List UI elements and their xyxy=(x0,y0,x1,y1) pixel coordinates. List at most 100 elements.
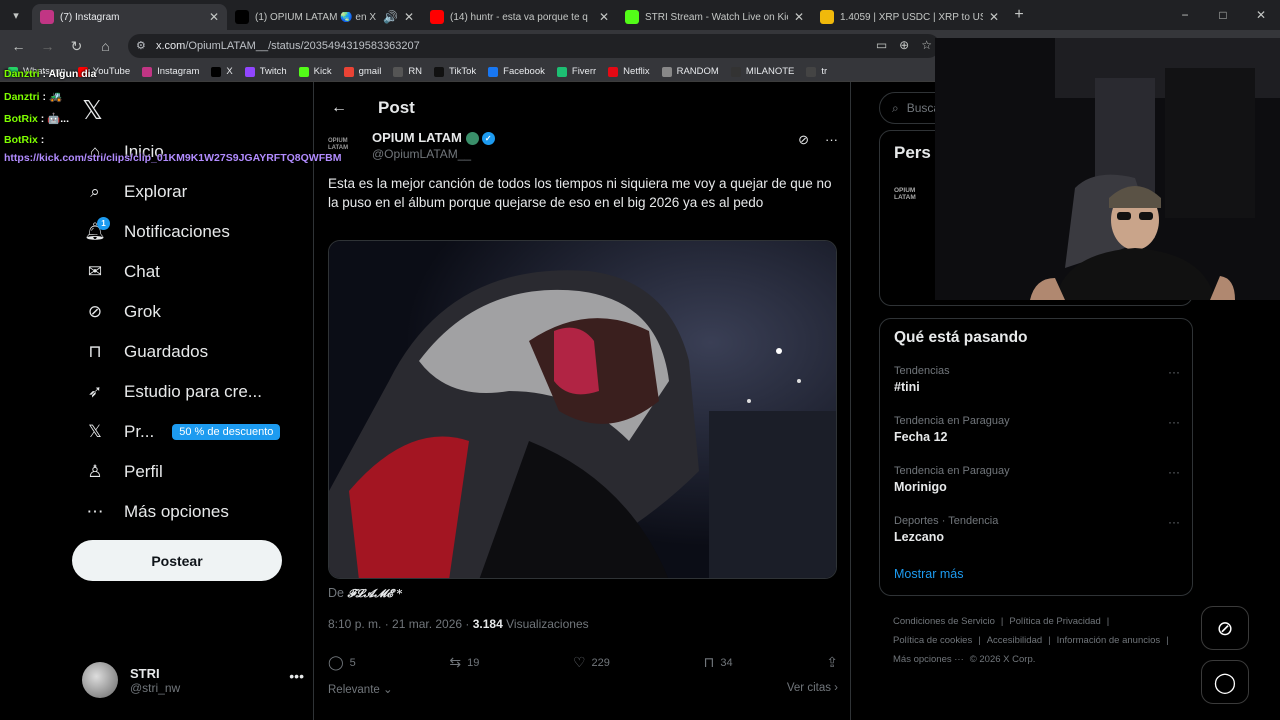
grok-fab-button[interactable]: ⊘ xyxy=(1201,606,1249,650)
minimize-button[interactable]: − xyxy=(1166,0,1204,30)
more-icon[interactable]: ··· xyxy=(825,132,838,148)
footer-link[interactable]: Más opciones ··· xyxy=(893,654,964,665)
close-window-button[interactable]: ✕ xyxy=(1242,0,1280,30)
post-button[interactable]: Postear xyxy=(72,540,282,581)
bookmark-item[interactable]: tr xyxy=(806,66,827,77)
post-video[interactable] xyxy=(328,240,837,579)
browser-tab-bar: ▾ (7) Instagram ✕ (1) OPIUM LATAM 🌏 en X 🔊 ✕… xyxy=(0,0,1280,30)
browser-tab[interactable]: STRI Stream - Watch Live on Kic ✕ xyxy=(617,4,812,30)
trends-title: Qué está pasando xyxy=(894,329,1028,346)
nav-item-perfil[interactable]: ♙ Perfil xyxy=(82,452,162,492)
author-logo[interactable]: OPIUM LATAM xyxy=(328,138,364,152)
forward-arrow-icon[interactable]: → xyxy=(33,30,62,62)
trend-name: Morinigo xyxy=(894,480,947,494)
nav-item-chat[interactable]: ✉ Chat xyxy=(82,252,160,292)
nav-item-más-opciones[interactable]: ⋯ Más opciones xyxy=(82,492,229,532)
bookmark-button[interactable]: ⊓ 34 xyxy=(703,654,732,671)
close-tab-icon[interactable]: ✕ xyxy=(599,10,609,24)
bookmark-item[interactable]: TikTok xyxy=(434,66,476,77)
footer-link[interactable]: Condiciones de Servicio xyxy=(893,616,995,627)
bookmark-item[interactable]: Netflix xyxy=(608,66,650,77)
trend-context: Tendencias xyxy=(894,365,950,377)
maximize-button[interactable]: □ xyxy=(1204,0,1242,30)
author-handle[interactable]: @OpiumLATAM__ xyxy=(372,147,471,161)
post-author[interactable]: OPIUM LATAM OPIUM LATAM ✓ @OpiumLATAM__ ⊘… xyxy=(328,130,838,166)
author-name[interactable]: OPIUM LATAM ✓ xyxy=(372,130,495,146)
repost-button[interactable]: ⇆ 19 xyxy=(449,654,479,671)
grok-icon[interactable]: ⊘ xyxy=(798,132,809,148)
account-switcher[interactable]: STRI @stri_nw ••• xyxy=(82,660,304,700)
show-more-link[interactable]: Mostrar más xyxy=(894,567,963,581)
footer-link[interactable]: Información de anuncios xyxy=(1057,635,1161,646)
bookmark-item[interactable]: RANDOM xyxy=(661,66,719,77)
footer-link[interactable]: © 2026 X Corp. xyxy=(970,654,1036,665)
bookmark-item[interactable]: RN xyxy=(393,66,422,77)
trend-item[interactable]: Tendencias #tini ··· xyxy=(894,365,1180,394)
browser-tab[interactable]: (1) OPIUM LATAM 🌏 en X 🔊 ✕ xyxy=(227,4,422,30)
nav-item-guardados[interactable]: ⊓ Guardados xyxy=(82,332,208,372)
bookmark-item[interactable]: gmail xyxy=(343,66,381,77)
close-tab-icon[interactable]: ✕ xyxy=(989,10,999,24)
nav-item-notificaciones[interactable]: 🔔︎ 1 Notificaciones xyxy=(82,212,230,252)
new-tab-button[interactable]: + xyxy=(1007,6,1031,24)
search-icon: ⌕ xyxy=(892,100,899,115)
close-tab-icon[interactable]: ✕ xyxy=(794,10,804,24)
address-bar[interactable]: ⚙ x.com/OpiumLATAM__/status/203549431958… xyxy=(128,34,940,58)
home-icon[interactable]: ⌂ xyxy=(91,30,120,62)
trend-item[interactable]: Deportes · Tendencia Lezcano ··· xyxy=(894,515,1180,544)
speaker-icon[interactable]: 🔊 xyxy=(383,10,398,24)
reload-icon[interactable]: ↻ xyxy=(62,30,91,62)
globe-icon xyxy=(465,132,479,146)
nav-item-estudio-para-cre[interactable]: ➶ Estudio para cre... xyxy=(82,372,262,412)
footer-link[interactable]: Accesibilidad xyxy=(987,635,1042,646)
more-icon[interactable]: ··· xyxy=(1168,515,1180,529)
chat-link[interactable]: https://kick.com/stri/clips/clip_01KM9K1… xyxy=(4,152,341,164)
bookmark-item[interactable]: Instagram xyxy=(142,66,199,77)
close-tab-icon[interactable]: ✕ xyxy=(404,10,414,24)
bookmark-item[interactable]: MILANOTE xyxy=(730,66,794,77)
nav-item-pr[interactable]: 𝕏 Pr... 50 % de descuento xyxy=(82,412,281,452)
nav-item-grok[interactable]: ⊘ Grok xyxy=(82,292,161,332)
browser-tab[interactable]: 1.4059 | XRP USDC | XRP to USD ✕ xyxy=(812,4,1007,30)
media-source[interactable]: De 𝓕𝓛𝓐𝓜𝓔 * xyxy=(328,586,402,601)
browser-tab[interactable]: (7) Instagram ✕ xyxy=(32,4,227,30)
site-info-icon[interactable]: ⚙ xyxy=(136,39,146,52)
post-column: ← Post OPIUM LATAM OPIUM LATAM ✓ @OpiumLA… xyxy=(313,82,851,720)
close-tab-icon[interactable]: ✕ xyxy=(209,10,219,24)
more-icon[interactable]: ··· xyxy=(1168,465,1180,479)
x-logo-icon[interactable]: 𝕏 xyxy=(82,96,103,126)
bookmark-favicon-icon xyxy=(211,66,222,77)
zoom-icon[interactable]: ⊕ xyxy=(899,38,909,52)
chat-text: Algun dia xyxy=(48,68,97,80)
footer-link[interactable]: Política de Privacidad xyxy=(1009,616,1100,627)
footer-link[interactable]: Política de cookies xyxy=(893,635,972,646)
messages-fab-button[interactable]: ◯ xyxy=(1201,660,1249,704)
bookmark-item[interactable]: Twitch xyxy=(244,66,287,77)
trend-item[interactable]: Tendencia en Paraguay Fecha 12 ··· xyxy=(894,415,1180,444)
bookmark-item[interactable]: X xyxy=(211,66,233,77)
more-icon[interactable]: ··· xyxy=(1168,415,1180,429)
nav-item-explorar[interactable]: ⌕ Explorar xyxy=(82,172,187,212)
view-quotes-link[interactable]: Ver citas › xyxy=(787,682,838,694)
footer-separator: | xyxy=(1106,616,1110,627)
tab-search-icon[interactable]: ▾ xyxy=(0,0,32,30)
x-premium-icon: 𝕏 xyxy=(88,422,102,441)
share-button[interactable]: ⇪ xyxy=(826,654,838,671)
chat-text: 🤖... xyxy=(47,113,70,125)
star-icon[interactable]: ☆ xyxy=(921,38,932,52)
sort-dropdown[interactable]: Relevante ⌄ xyxy=(328,684,393,696)
more-icon[interactable]: ··· xyxy=(1168,365,1180,379)
cast-icon[interactable]: ▭ xyxy=(876,38,887,52)
bookmark-item[interactable]: Fiverr xyxy=(556,66,596,77)
chat-message: Danztri : Algun dia xyxy=(4,68,97,80)
reply-button[interactable]: ◯ 5 xyxy=(328,654,356,671)
bookmark-item[interactable]: Facebook xyxy=(488,66,545,77)
like-button[interactable]: ♡ 229 xyxy=(573,654,610,671)
bookmark-label: tr xyxy=(821,66,828,77)
trend-item[interactable]: Tendencia en Paraguay Morinigo ··· xyxy=(894,465,1180,494)
more-icon[interactable]: ••• xyxy=(289,668,304,684)
back-arrow-icon[interactable]: ← xyxy=(314,99,364,117)
bookmark-item[interactable]: Kick xyxy=(298,66,332,77)
browser-tab[interactable]: (14) huntr - esta va porque te q ✕ xyxy=(422,4,617,30)
back-arrow-icon[interactable]: ← xyxy=(4,30,33,62)
